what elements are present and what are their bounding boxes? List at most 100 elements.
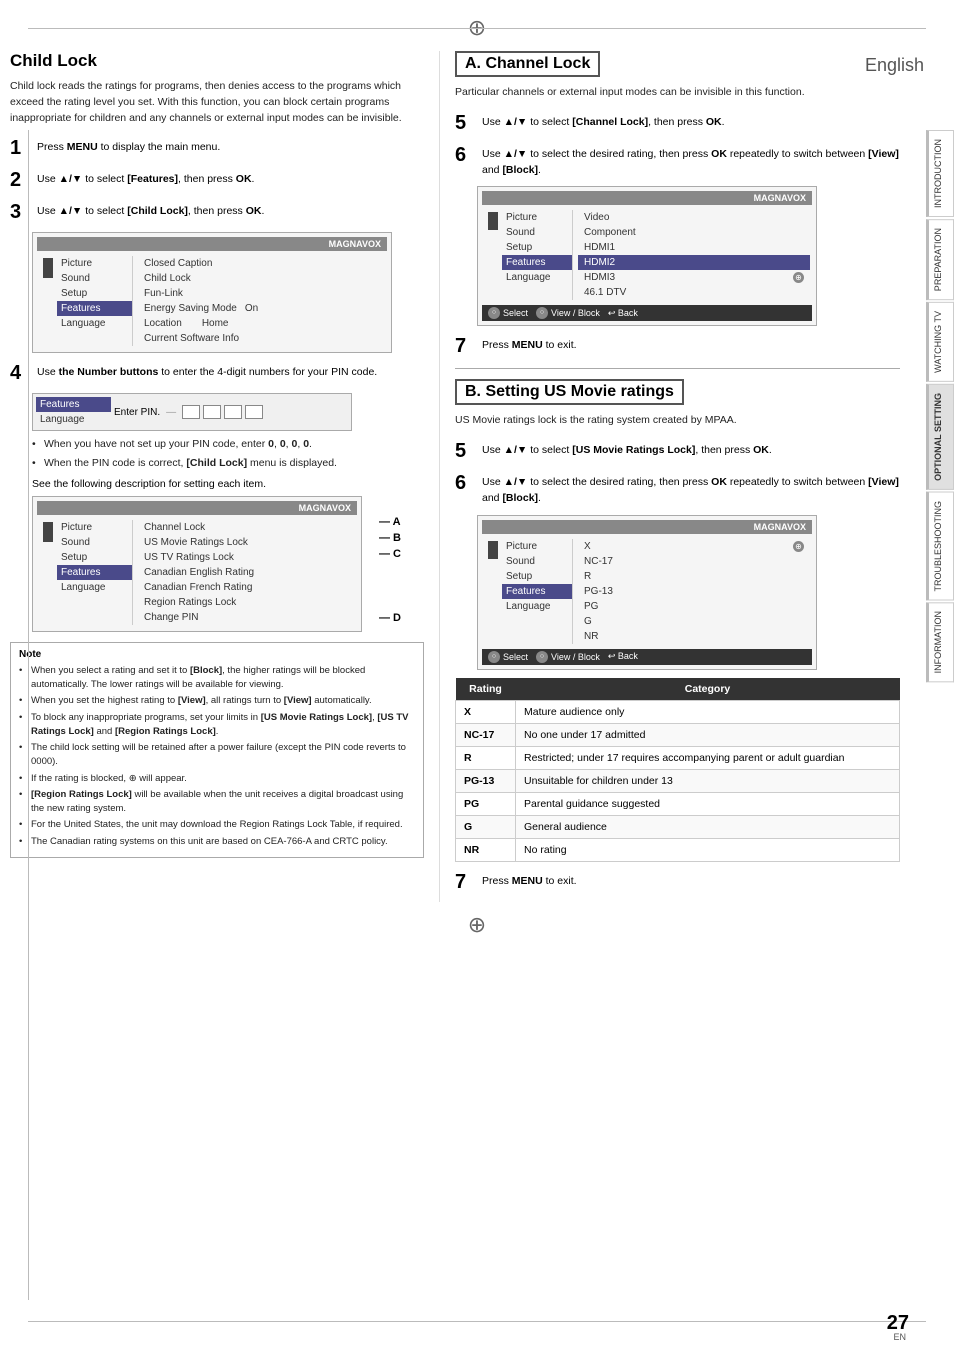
us-movie-bottom-bar: ○ Select ○ View / Block ↩ Back (482, 649, 812, 665)
select-btn: ○ Select (488, 307, 528, 319)
sm-us-tv: US TV Ratings Lock (138, 550, 355, 565)
note-3: To block any inappropriate programs, set… (19, 711, 415, 740)
section-b-title: B. Setting US Movie ratings (455, 379, 684, 405)
tab-information[interactable]: INFORMATION (926, 602, 954, 682)
um-nc17: NC-17 (578, 554, 810, 569)
step-7b: 7 Press MENU to exit. (455, 870, 900, 894)
cl-hdmi2: HDMI2 (578, 255, 810, 270)
um-view-block-btn: ○ View / Block (536, 651, 600, 663)
label-d: — D (378, 610, 402, 626)
um-ok-round: ○ (536, 651, 548, 663)
category-r: Restricted; under 17 requires accompanyi… (516, 746, 900, 769)
bottom-decoration: ⊕ (10, 912, 944, 938)
cl-setup: Setup (502, 240, 572, 255)
select-round-btn: ○ (488, 307, 500, 319)
um-pg: PG (578, 599, 810, 614)
submenu-energy: Energy Saving ModeOn (138, 301, 385, 316)
submenu-location: LocationHome (138, 316, 385, 331)
note-4: The child lock setting will be retained … (19, 741, 415, 770)
um-features: Features (502, 584, 572, 599)
sm-canadian-fr: Canadian French Rating (138, 580, 355, 595)
sm-canadian-en: Canadian English Rating (138, 565, 355, 580)
step-7a: 7 Press MENU to exit. (455, 334, 900, 358)
step-6a-text: Use ▲/▼ to select the desired rating, th… (482, 143, 900, 179)
cl-submenu: Video Component HDMI1 HDMI2 HDMI3⊕ 46.1 … (572, 210, 810, 300)
note-6: [Region Ratings Lock] will be available … (19, 788, 415, 817)
section-a-description: Particular channels or external input mo… (455, 85, 900, 101)
step-4: 4 Use the Number buttons to enter the 4-… (10, 361, 424, 385)
tab-introduction[interactable]: INTRODUCTION (926, 130, 954, 217)
rating-nr: NR (456, 838, 516, 861)
label-spacer2 (378, 578, 402, 594)
pin-language-label: Language (36, 412, 111, 427)
step-5b-number: 5 (455, 439, 477, 463)
menu-brand-2: MAGNAVOX (37, 501, 357, 515)
step-7b-text: Press MENU to exit. (482, 870, 577, 890)
step-6b: 6 Use ▲/▼ to select the desired rating, … (455, 471, 900, 507)
category-g: General audience (516, 815, 900, 838)
category-x: Mature audience only (516, 700, 900, 723)
cl-language: Language (502, 270, 572, 285)
um-x: X⊕ (578, 539, 810, 554)
step-1-text: Press MENU to display the main menu. (37, 136, 220, 156)
tab-troubleshooting[interactable]: TROUBLESHOOTING (926, 492, 954, 601)
tab-watching-tv[interactable]: WATCHING TV (926, 302, 954, 382)
submenu-software: Current Software Info (138, 331, 385, 346)
note-section: Note When you select a rating and set it… (10, 642, 424, 858)
note-2: When you set the highest rating to [View… (19, 694, 415, 708)
note-title: Note (19, 649, 415, 660)
um-picture: Picture (502, 539, 572, 554)
sm-us-movie: US Movie Ratings Lock (138, 535, 355, 550)
abcd-labels: — A — B — C — D (378, 514, 402, 626)
sm-change-pin: Change PIN (138, 610, 355, 625)
note-list: When you select a rating and set it to [… (19, 664, 415, 849)
um-select-btn: ○ Select (488, 651, 528, 663)
um-setup: Setup (502, 569, 572, 584)
rating-nc17: NC-17 (456, 723, 516, 746)
pin-features-label: Features (36, 397, 111, 412)
sm-channel-lock: Channel Lock (138, 520, 355, 535)
section-divider (455, 368, 900, 369)
menu-box-2: MAGNAVOX Picture Sound Setup Features La… (32, 496, 362, 632)
see-following: See the following description for settin… (32, 478, 424, 490)
right-column: A. Channel Lock Particular channels or e… (440, 51, 900, 902)
note-1: When you select a rating and set it to [… (19, 664, 415, 693)
um-language: Language (502, 599, 572, 614)
table-row: R Restricted; under 17 requires accompan… (456, 746, 900, 769)
section-b-description: US Movie ratings lock is the rating syst… (455, 413, 900, 429)
step-5b-text: Use ▲/▼ to select [US Movie Ratings Lock… (482, 439, 772, 459)
table-header-rating: Rating (456, 678, 516, 701)
pin-bullet-1: When you have not set up your PIN code, … (32, 437, 424, 453)
rating-g: G (456, 815, 516, 838)
note-7: For the United States, the unit may down… (19, 818, 415, 832)
step-7a-number: 7 (455, 334, 477, 358)
tab-preparation[interactable]: PREPARATION (926, 219, 954, 300)
step-4-text: Use the Number buttons to enter the 4-di… (37, 361, 377, 381)
step-2: 2 Use ▲/▼ to select [Features], then pre… (10, 168, 424, 192)
tab-optional-setting[interactable]: OPTIONAL SETTING (926, 384, 954, 490)
m2-language: Language (57, 580, 132, 595)
rating-pg13: PG-13 (456, 769, 516, 792)
step-6b-text: Use ▲/▼ to select the desired rating, th… (482, 471, 900, 507)
main-content: Child Lock Child lock reads the ratings … (10, 46, 944, 902)
pin-enter-label: Enter PIN. (114, 407, 160, 418)
channel-lock-brand: MAGNAVOX (482, 191, 812, 205)
cl-component: Component (578, 225, 810, 240)
bottom-border (28, 1321, 926, 1322)
table-row: NC-17 No one under 17 admitted (456, 723, 900, 746)
channel-lock-menu: MAGNAVOX Picture Sound Setup Features La… (477, 186, 817, 326)
cl-video: Video (578, 210, 810, 225)
um-submenu: X⊕ NC-17 R PG-13 PG G NR (572, 539, 810, 644)
sm-region: Region Ratings Lock (138, 595, 355, 610)
m2-sound: Sound (57, 535, 132, 550)
um-select-round: ○ (488, 651, 500, 663)
note-5: If the rating is blocked, ⊕ will appear. (19, 772, 415, 786)
top-border (28, 28, 926, 29)
category-pg13: Unsuitable for children under 13 (516, 769, 900, 792)
step-3: 3 Use ▲/▼ to select [Child Lock], then p… (10, 200, 424, 224)
hdmi3-circle-icon: ⊕ (793, 272, 804, 283)
step-5a: 5 Use ▲/▼ to select [Channel Lock], then… (455, 111, 900, 135)
us-movie-menu: MAGNAVOX Picture Sound Setup Features La… (477, 515, 817, 670)
cl-picture: Picture (502, 210, 572, 225)
m2-submenu: Channel Lock US Movie Ratings Lock US TV… (132, 520, 355, 625)
